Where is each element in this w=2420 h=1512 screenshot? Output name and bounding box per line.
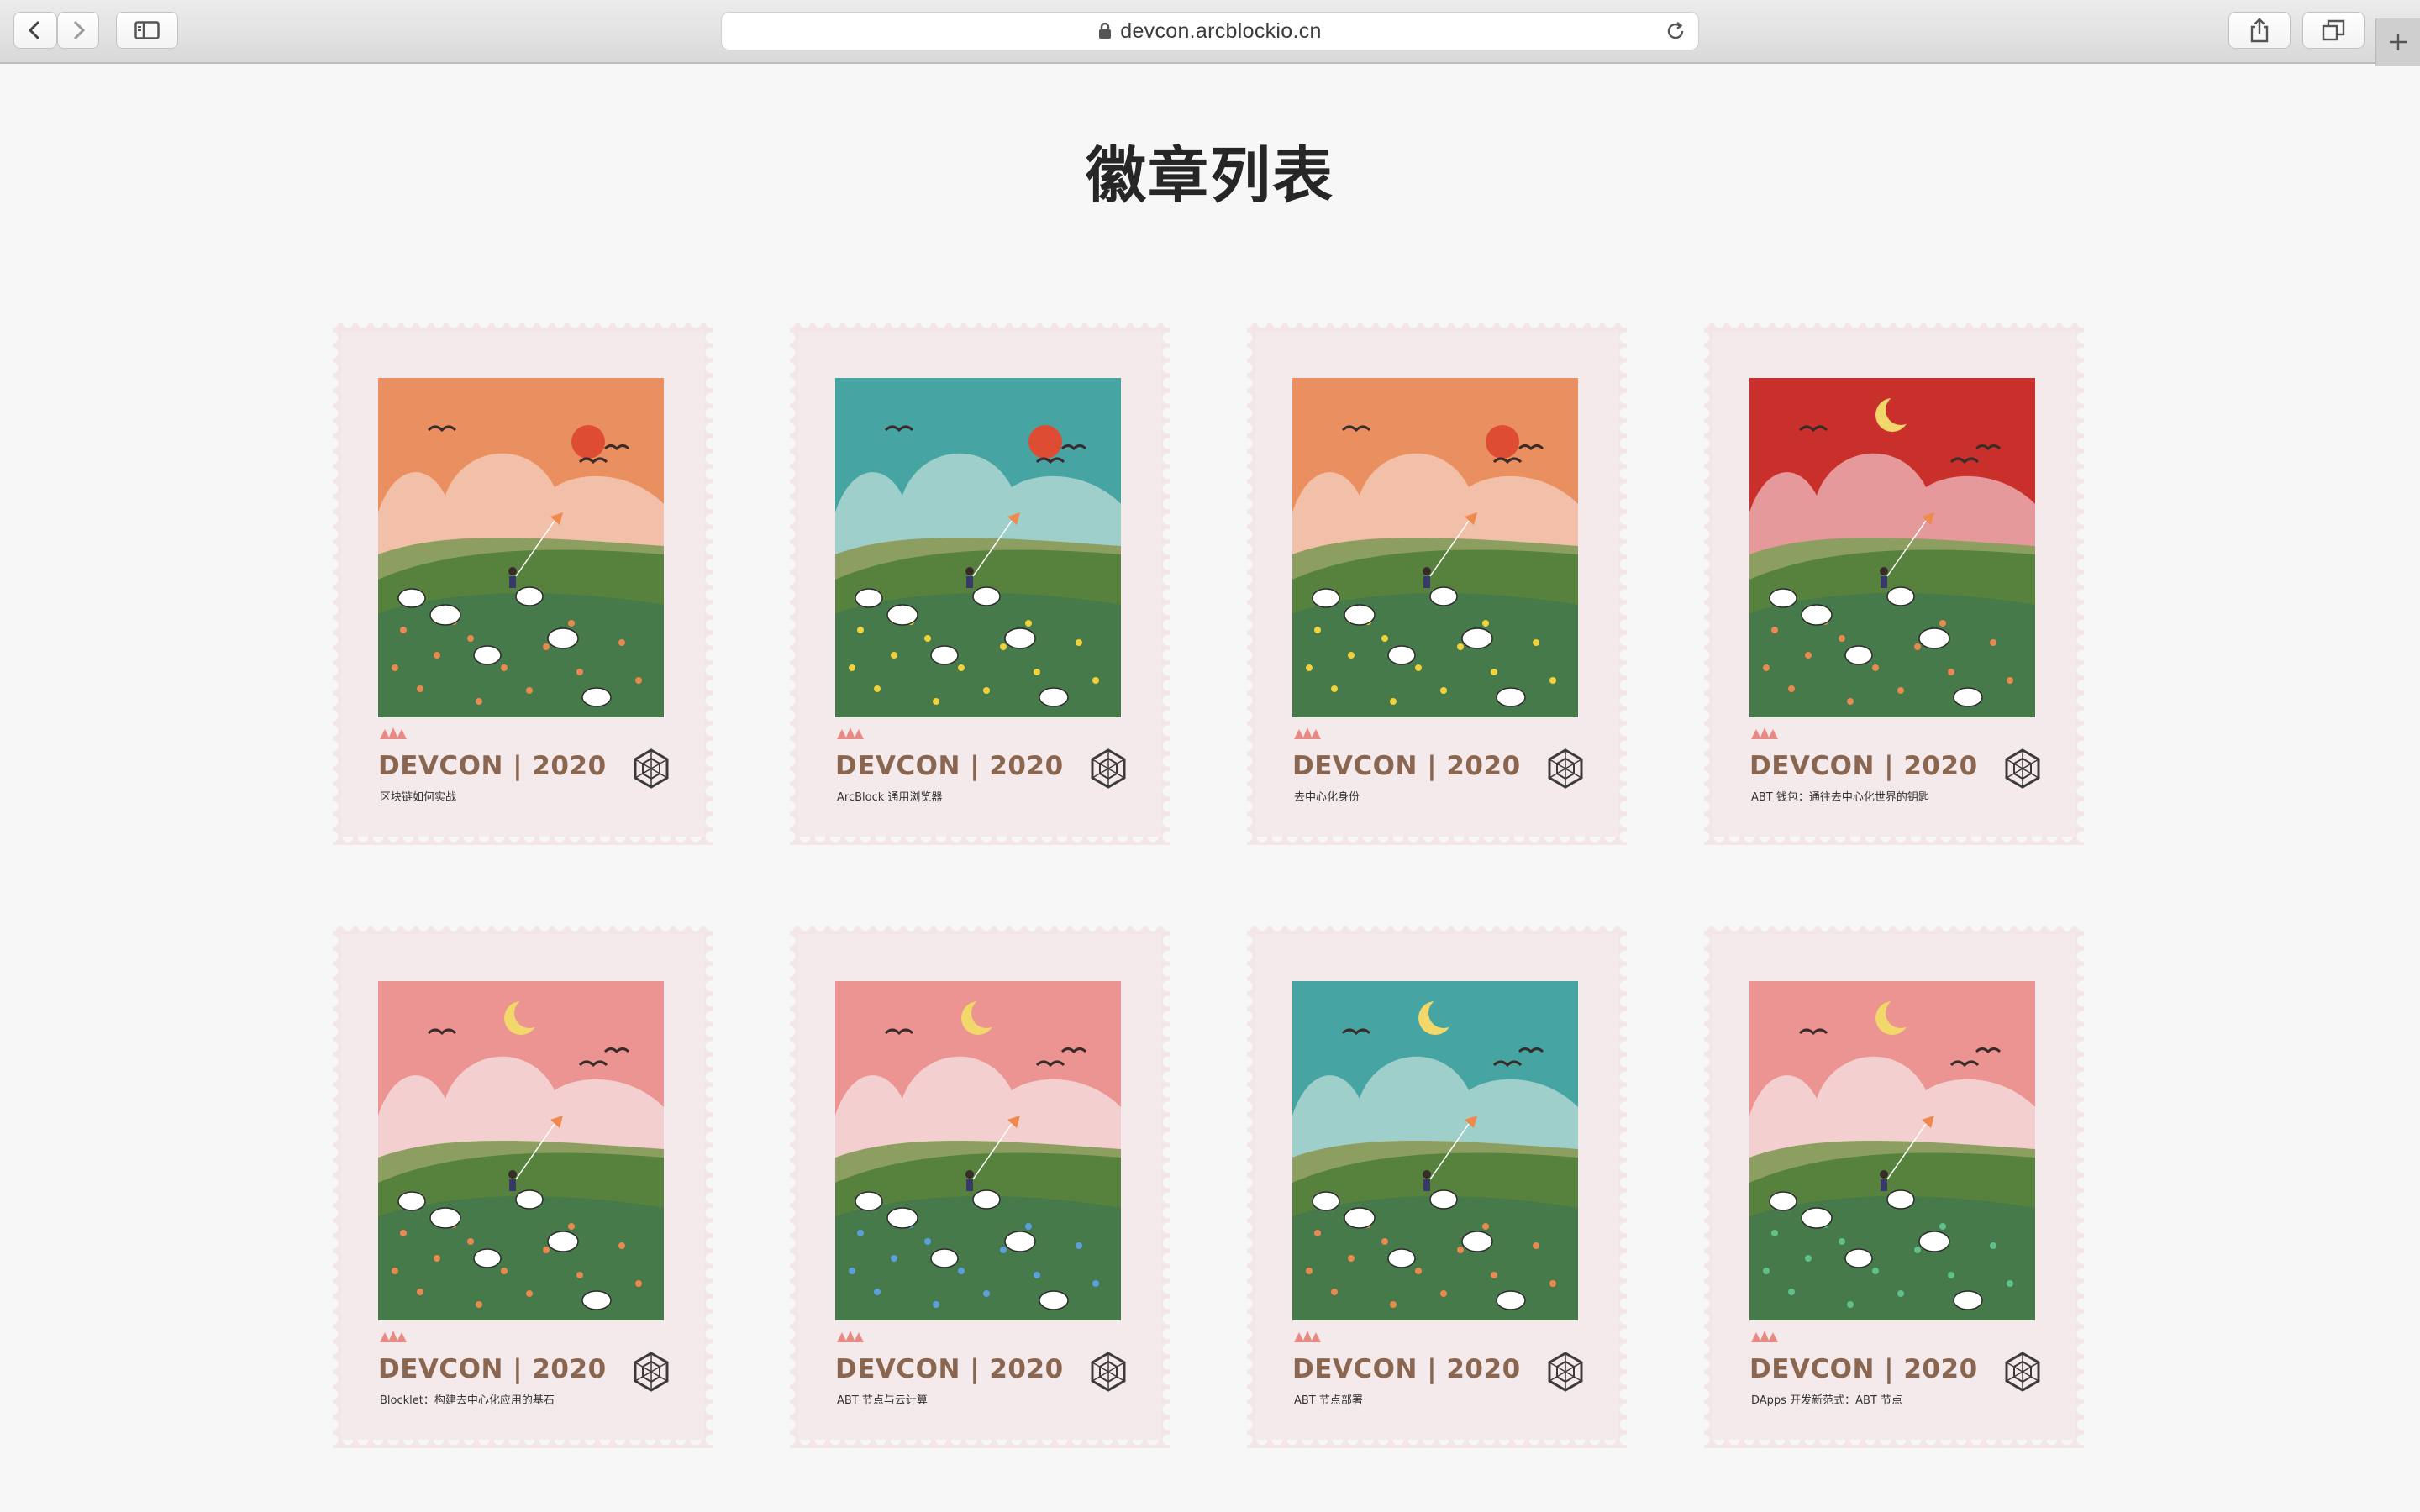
- badge-paper: DEVCON | 2020 DApps 开发新范式：ABT 节点: [1712, 934, 2075, 1440]
- hexagon-logo-icon: [1548, 1352, 1583, 1392]
- lock-icon: [1099, 23, 1112, 39]
- tabs-overview-button[interactable]: [2302, 12, 2365, 49]
- badge-brand: DEVCON | 2020: [1749, 751, 1978, 781]
- badge-paper: DEVCON | 2020 ArcBlock 通用浏览器: [798, 331, 1161, 837]
- arcblock-logo-icon: [380, 1331, 407, 1342]
- sidebar-icon: [134, 21, 160, 39]
- share-button[interactable]: [2228, 12, 2291, 49]
- sidebar-toggle-button[interactable]: [116, 12, 178, 49]
- url-text: devcon.arcblockio.cn: [1120, 18, 1322, 43]
- badge-brand: DEVCON | 2020: [835, 1354, 1064, 1384]
- hexagon-logo-icon: [1548, 748, 1583, 789]
- badge-subtitle: ABT 节点部署: [1294, 1394, 1363, 1407]
- badge-subtitle: ArcBlock 通用浏览器: [837, 791, 943, 804]
- badge-subtitle: 区块链如何实战: [380, 791, 457, 804]
- hexagon-logo-icon: [2005, 748, 2040, 789]
- arcblock-logo-icon: [837, 727, 864, 739]
- badge-illustration: [378, 981, 664, 1320]
- badge-brand: DEVCON | 2020: [1292, 751, 1521, 781]
- badge-brand: DEVCON | 2020: [378, 1354, 607, 1384]
- badge-paper: DEVCON | 2020 去中心化身份: [1255, 331, 1618, 837]
- badge-card-7[interactable]: DEVCON | 2020 ABT 节点部署: [1247, 926, 1627, 1448]
- badge-card-2[interactable]: DEVCON | 2020 ArcBlock 通用浏览器: [790, 323, 1170, 845]
- badge-card-6[interactable]: DEVCON | 2020 ABT 节点与云计算: [790, 926, 1170, 1448]
- hexagon-logo-icon: [634, 748, 669, 789]
- badge-illustration: [1749, 378, 2035, 717]
- badge-brand: DEVCON | 2020: [1292, 1354, 1521, 1384]
- badge-card-3[interactable]: DEVCON | 2020 去中心化身份: [1247, 323, 1627, 845]
- badge-subtitle: DApps 开发新范式：ABT 节点: [1751, 1394, 1902, 1407]
- hexagon-logo-icon: [1091, 748, 1126, 789]
- badge-card-8[interactable]: DEVCON | 2020 DApps 开发新范式：ABT 节点: [1704, 926, 2084, 1448]
- badge-illustration: [1749, 981, 2035, 1320]
- arcblock-logo-icon: [837, 1331, 864, 1342]
- chevron-left-icon: [28, 20, 40, 40]
- arcblock-logo-icon: [1751, 1331, 1778, 1342]
- browser-toolbar: devcon.arcblockio.cn: [0, 0, 2420, 66]
- share-icon: [2250, 18, 2269, 43]
- arcblock-logo-icon: [1294, 1331, 1321, 1342]
- badge-brand: DEVCON | 2020: [378, 751, 607, 781]
- badge-illustration: [378, 378, 664, 717]
- badge-card-1[interactable]: DEVCON | 2020 区块链如何实战: [333, 323, 713, 845]
- badge-paper: DEVCON | 2020 Blocklet：构建去中心化应用的基石: [341, 934, 704, 1440]
- tabs-icon: [2322, 19, 2345, 41]
- badge-paper: DEVCON | 2020 ABT 节点部署: [1255, 934, 1618, 1440]
- address-bar[interactable]: devcon.arcblockio.cn: [721, 12, 1699, 50]
- badge-subtitle: 去中心化身份: [1294, 791, 1360, 804]
- badge-subtitle: Blocklet：构建去中心化应用的基石: [380, 1394, 555, 1407]
- badge-paper: DEVCON | 2020 区块链如何实战: [341, 331, 704, 837]
- hexagon-logo-icon: [1091, 1352, 1126, 1392]
- page-title: 徽章列表: [1085, 140, 1334, 211]
- arcblock-logo-icon: [380, 727, 407, 739]
- badge-card-4[interactable]: DEVCON | 2020 ABT 钱包：通往去中心化世界的钥匙: [1704, 323, 2084, 845]
- badge-illustration: [835, 378, 1121, 717]
- chevron-right-icon: [73, 20, 86, 40]
- plus-icon: [2390, 34, 2407, 50]
- back-button[interactable]: [13, 12, 57, 49]
- forward-button[interactable]: [57, 12, 99, 49]
- badge-paper: DEVCON | 2020 ABT 钱包：通往去中心化世界的钥匙: [1712, 331, 2075, 837]
- new-tab-button[interactable]: [2375, 18, 2420, 66]
- hexagon-logo-icon: [2005, 1352, 2040, 1392]
- reload-icon[interactable]: [1665, 20, 1686, 42]
- badge-brand: DEVCON | 2020: [1749, 1354, 1978, 1384]
- badge-card-5[interactable]: DEVCON | 2020 Blocklet：构建去中心化应用的基石: [333, 926, 713, 1448]
- arcblock-logo-icon: [1294, 727, 1321, 739]
- badge-illustration: [1292, 378, 1578, 717]
- badge-illustration: [835, 981, 1121, 1320]
- badge-subtitle: ABT 节点与云计算: [837, 1394, 928, 1407]
- badge-subtitle: ABT 钱包：通往去中心化世界的钥匙: [1751, 791, 1929, 804]
- arcblock-logo-icon: [1751, 727, 1778, 739]
- badge-brand: DEVCON | 2020: [835, 751, 1064, 781]
- badge-paper: DEVCON | 2020 ABT 节点与云计算: [798, 934, 1161, 1440]
- hexagon-logo-icon: [634, 1352, 669, 1392]
- badge-illustration: [1292, 981, 1578, 1320]
